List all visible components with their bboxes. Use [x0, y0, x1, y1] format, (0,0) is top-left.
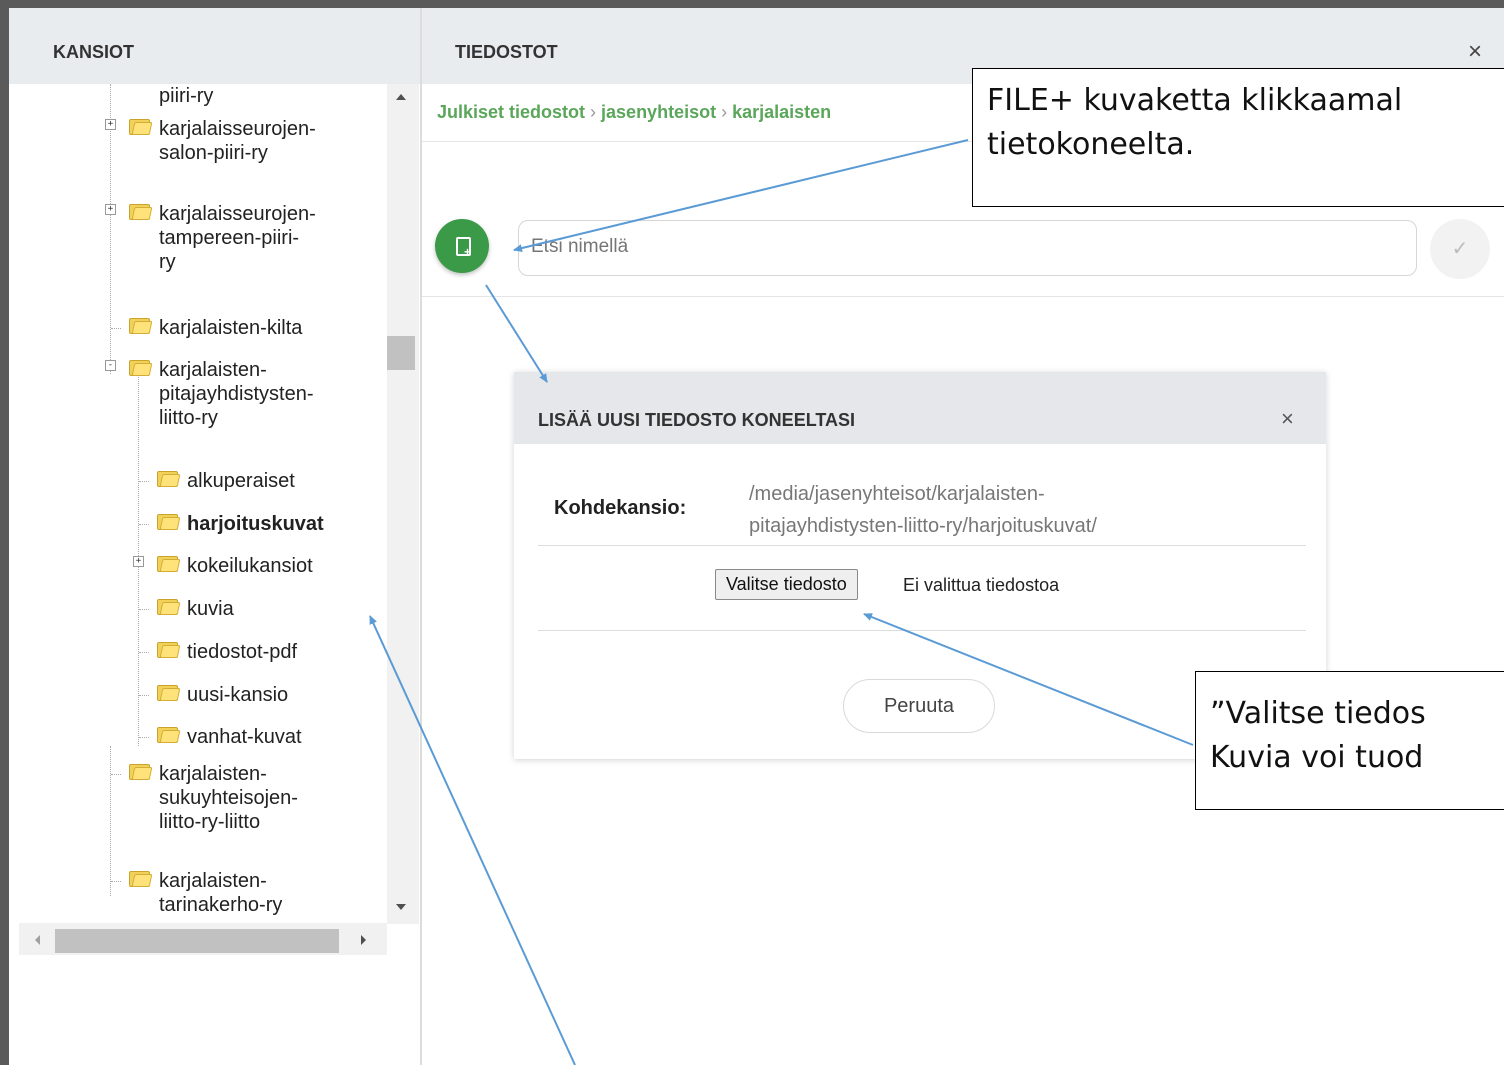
arrow-to-tree	[369, 615, 576, 1065]
arrow-to-file-button	[863, 613, 1194, 746]
arrow-to-add-button	[513, 139, 969, 253]
arrow-to-dialog	[485, 284, 548, 383]
annotation-arrows	[369, 139, 1194, 1065]
